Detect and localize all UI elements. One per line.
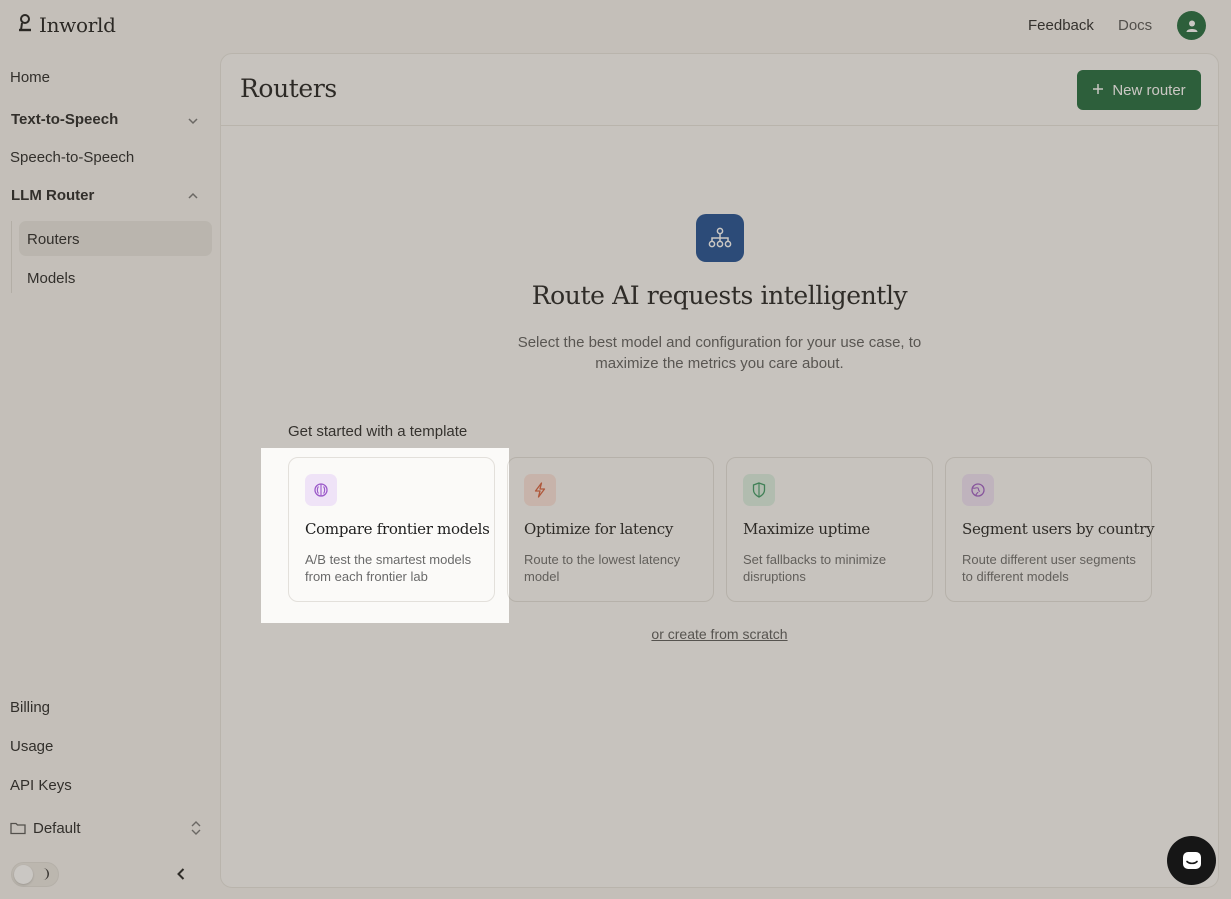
sidebar: Home Text-to-Speech Speech-to-Speech LLM… (0, 52, 220, 899)
page-title: Routers (240, 74, 337, 103)
card-title: Segment users by country (962, 520, 1155, 538)
sidebar-item-speech-to-speech[interactable]: Speech-to-Speech (10, 149, 134, 166)
page-header: Routers New router (221, 54, 1218, 126)
card-description: Route different user segments to differe… (962, 552, 1136, 584)
template-card-maximize-uptime[interactable]: Maximize uptime Set fallbacks to minimiz… (726, 457, 933, 602)
top-bar: Inworld Feedback Docs (0, 0, 1231, 52)
lightning-icon (524, 474, 556, 506)
shield-icon (743, 474, 775, 506)
templates-label: Get started with a template (288, 423, 468, 440)
new-router-label: New router (1112, 81, 1186, 99)
card-description: Set fallbacks to minimize disruptions (743, 552, 887, 584)
sidebar-item-models[interactable]: Models (27, 270, 75, 287)
logo[interactable]: Inworld (18, 13, 116, 37)
moon-icon (40, 867, 52, 886)
sidebar-item-billing[interactable]: Billing (10, 699, 50, 716)
chevron-down-icon[interactable] (187, 114, 199, 132)
toggle-knob (14, 865, 33, 884)
chevron-up-down-icon (190, 819, 202, 842)
theme-toggle[interactable] (11, 862, 59, 887)
card-title: Optimize for latency (524, 520, 673, 538)
card-title: Compare frontier models (305, 520, 490, 538)
template-card-optimize-latency[interactable]: Optimize for latency Route to the lowest… (507, 457, 714, 602)
plus-icon (1092, 82, 1104, 99)
card-description: Route to the lowest latency model (524, 552, 681, 584)
new-router-button[interactable]: New router (1077, 70, 1201, 110)
hero-title: Route AI requests intelligently (531, 281, 908, 310)
template-card-compare-frontier-models[interactable]: Compare frontier models A/B test the sma… (288, 457, 495, 602)
card-title: Maximize uptime (743, 520, 870, 538)
inworld-logo-icon (18, 13, 32, 37)
create-from-scratch-link[interactable]: or create from scratch (221, 626, 1218, 642)
user-icon (1186, 20, 1197, 32)
globe-icon (962, 474, 994, 506)
chat-icon (1182, 851, 1201, 869)
logo-text: Inworld (39, 13, 116, 37)
chevron-up-icon[interactable] (187, 189, 199, 207)
docs-link[interactable]: Docs (1118, 17, 1152, 34)
collapse-sidebar-icon[interactable] (173, 866, 189, 887)
template-card-segment-users[interactable]: Segment users by country Route different… (945, 457, 1155, 602)
sidebar-item-llm-router[interactable]: LLM Router (11, 187, 94, 204)
folder-icon (10, 821, 26, 840)
sidebar-item-api-keys[interactable]: API Keys (10, 777, 72, 794)
feedback-link[interactable]: Feedback (1028, 17, 1094, 34)
main-panel: Routers New router Route AI requests int… (220, 53, 1219, 888)
hero-description: Select the best model and configuration … (517, 334, 922, 372)
support-chat-button[interactable] (1167, 836, 1216, 885)
workspace-selector[interactable]: Default (10, 819, 210, 839)
create-from-scratch-label[interactable]: or create from scratch (651, 626, 787, 642)
router-network-icon (696, 214, 744, 262)
workspace-name: Default (33, 820, 81, 837)
sidebar-item-usage[interactable]: Usage (10, 738, 53, 755)
sidebar-item-text-to-speech[interactable]: Text-to-Speech (11, 111, 118, 128)
submenu-divider (11, 221, 12, 293)
user-avatar[interactable] (1177, 11, 1206, 40)
sidebar-item-home[interactable]: Home (10, 69, 50, 86)
card-description: A/B test the smartest models from each f… (305, 552, 472, 584)
brain-icon (305, 474, 337, 506)
sidebar-item-routers[interactable]: Routers (27, 231, 80, 248)
